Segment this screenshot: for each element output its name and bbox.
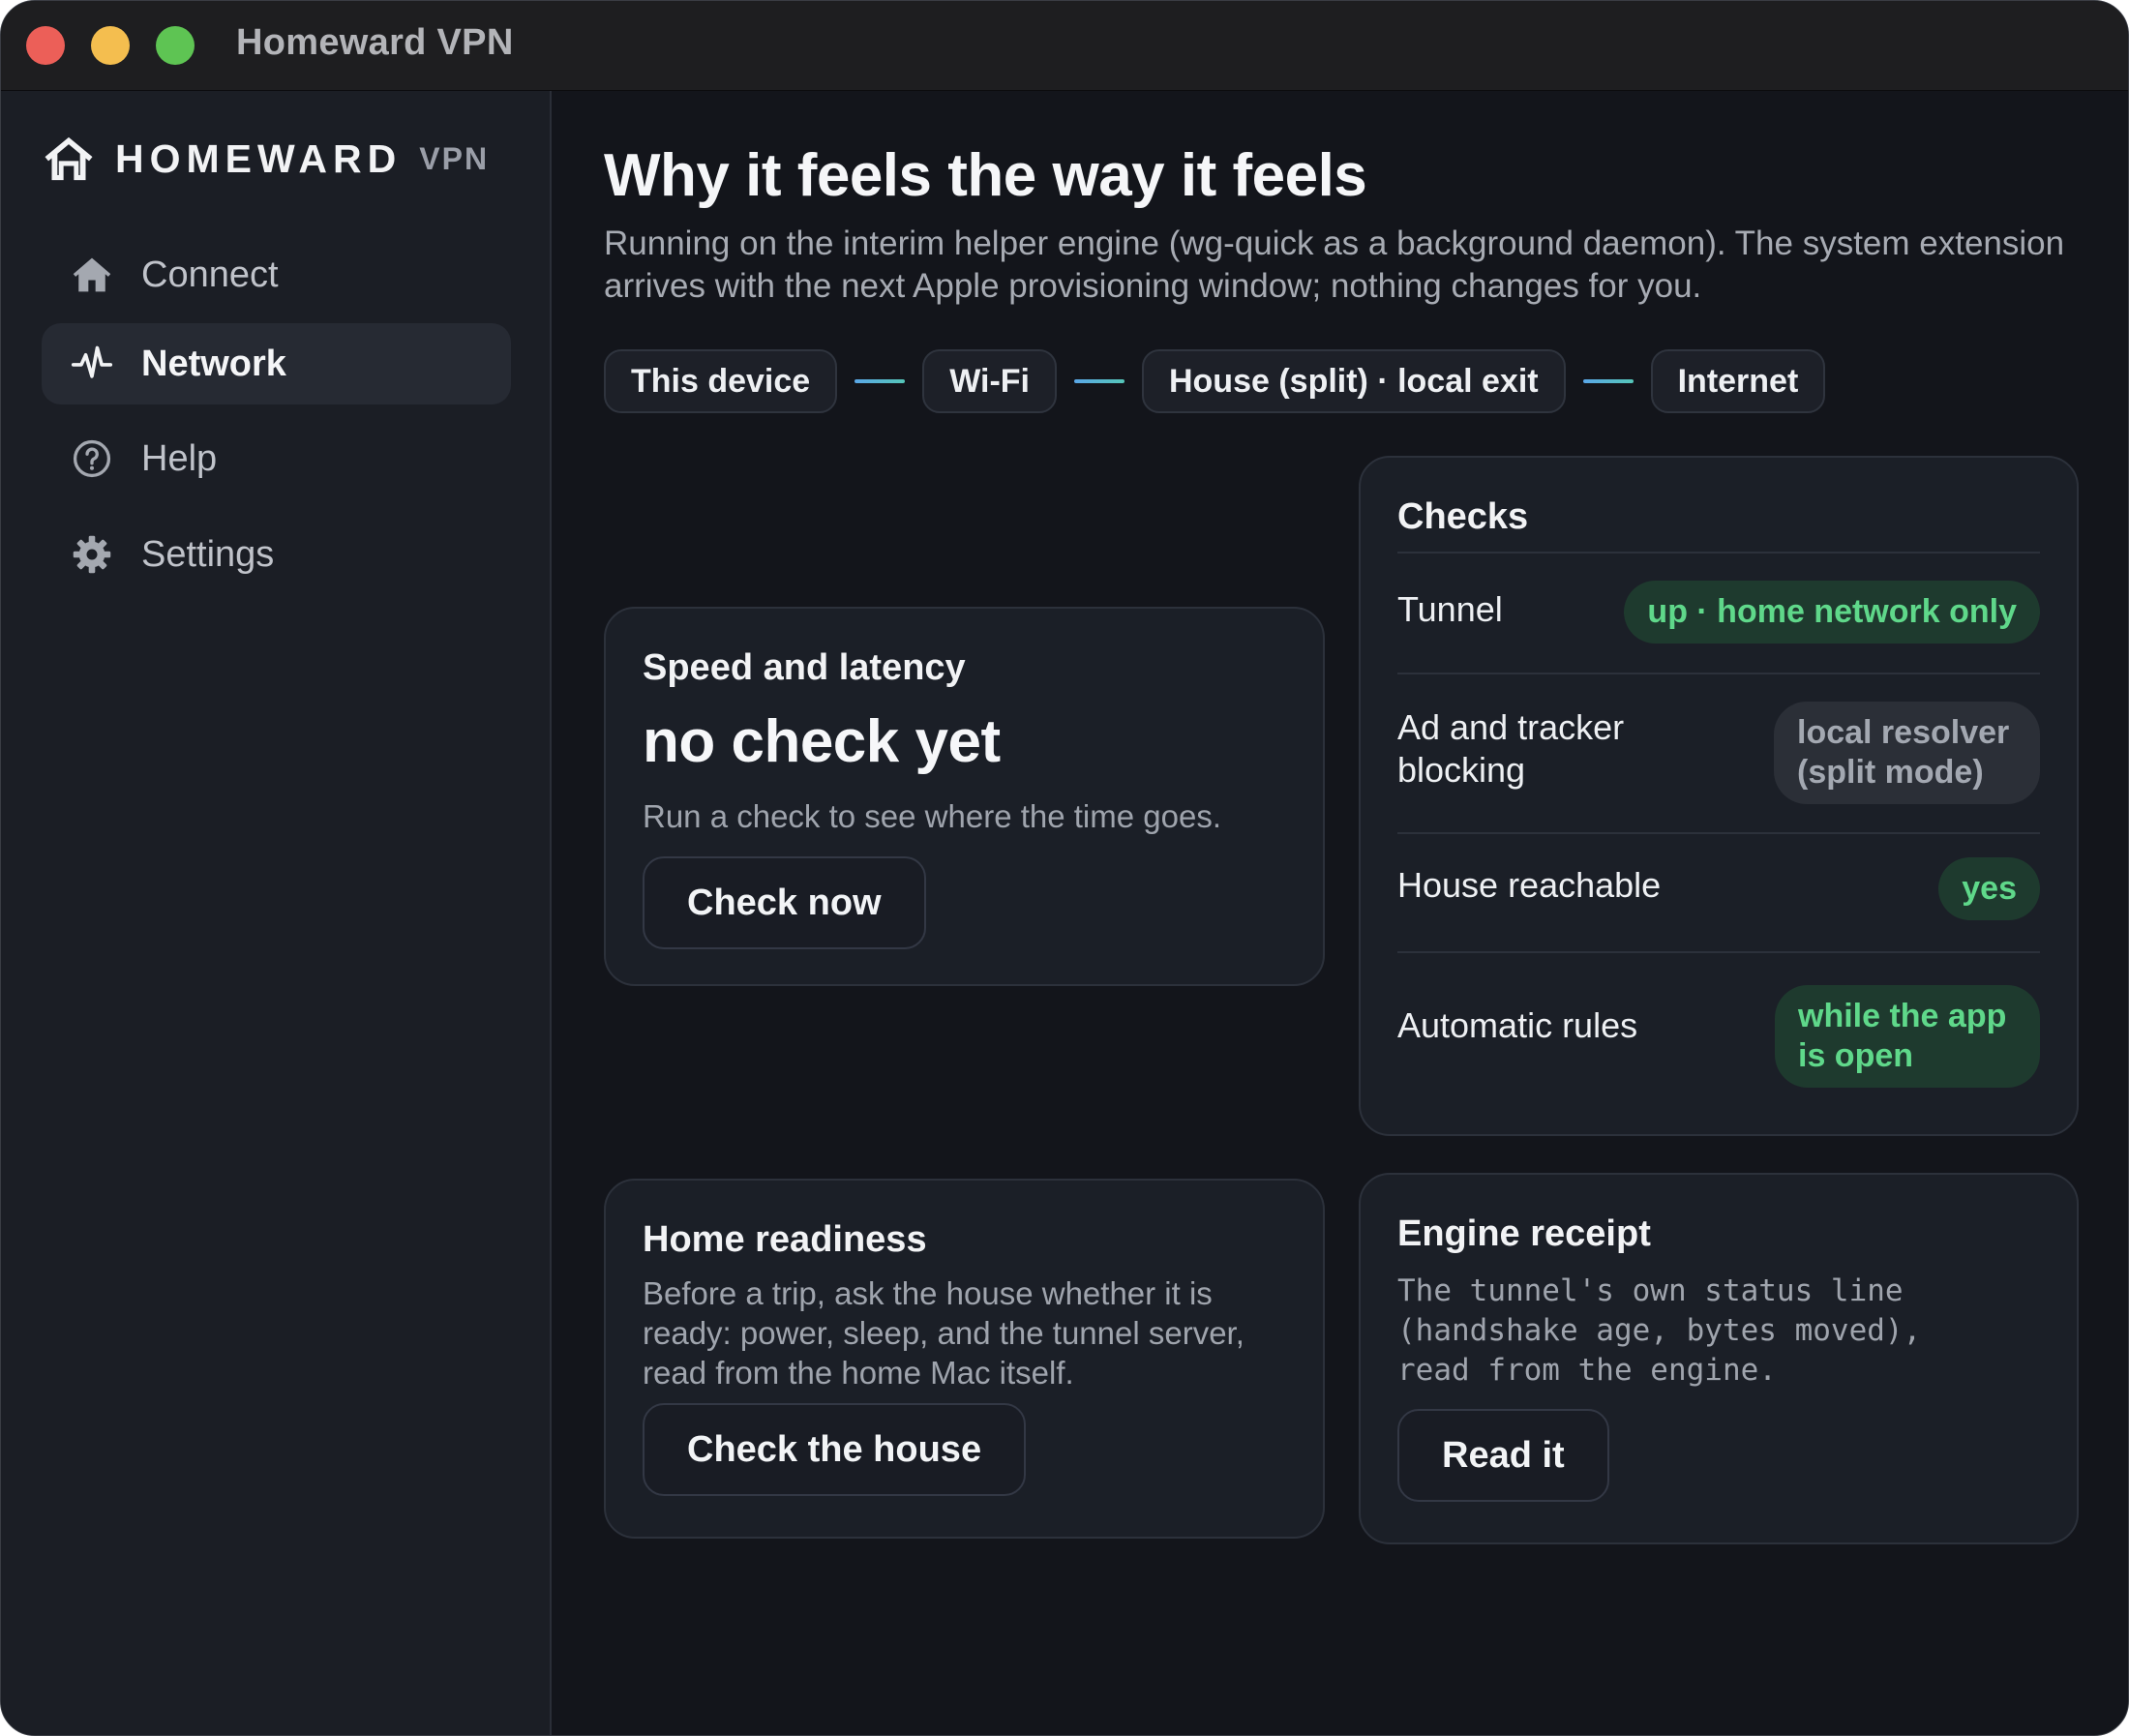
brand: HOMEWARD VPN bbox=[42, 130, 489, 188]
page-title: Why it feels the way it feels bbox=[604, 142, 1367, 209]
house-logo-icon bbox=[45, 136, 93, 181]
divider bbox=[1397, 832, 2040, 834]
divider bbox=[1397, 552, 2040, 554]
path-node-device: This device bbox=[604, 349, 838, 413]
title-bar[interactable]: Homeward VPN bbox=[1, 1, 2128, 91]
speed-latency-card: Speed and latency no check yet Run a che… bbox=[604, 607, 1325, 986]
sidebar: HOMEWARD VPN Connect Network Help Settin… bbox=[1, 91, 552, 1735]
path-connector bbox=[1582, 379, 1634, 383]
status-badge-ad-blocking: local resolver (split mode) bbox=[1774, 702, 2040, 804]
sidebar-item-network[interactable]: Network bbox=[42, 323, 511, 404]
sidebar-item-label: Network bbox=[141, 343, 286, 384]
card-title: Engine receipt bbox=[1397, 1213, 1651, 1254]
card-description: The tunnel's own status line (handshake … bbox=[1397, 1273, 1922, 1388]
check-label-ad-blocking: Ad and tracker blocking bbox=[1397, 707, 1625, 790]
brand-name: HOMEWARD bbox=[115, 135, 403, 181]
sidebar-item-connect[interactable]: Connect bbox=[42, 234, 511, 315]
main-content: Why it feels the way it feels Running on… bbox=[552, 91, 2128, 1735]
path-connector bbox=[855, 379, 906, 383]
path-connector bbox=[1073, 379, 1124, 383]
page-subtitle: Running on the interim helper engine (wg… bbox=[604, 224, 2065, 305]
sidebar-item-label: Settings bbox=[141, 533, 275, 575]
network-path: This device Wi-Fi House (split) · local … bbox=[604, 347, 1826, 415]
window-title: Homeward VPN bbox=[236, 22, 514, 63]
card-description: Run a check to see where the time goes. bbox=[643, 798, 1221, 834]
close-window-button[interactable] bbox=[26, 26, 65, 65]
home-readiness-card: Home readiness Before a trip, ask the ho… bbox=[604, 1179, 1325, 1539]
check-label-automatic-rules: Automatic rules bbox=[1397, 1005, 1638, 1045]
read-it-button[interactable]: Read it bbox=[1397, 1409, 1609, 1502]
divider bbox=[1397, 951, 2040, 953]
path-node-wifi: Wi-Fi bbox=[922, 349, 1057, 413]
engine-receipt-card: Engine receipt The tunnel's own status l… bbox=[1359, 1173, 2079, 1544]
sidebar-item-help[interactable]: Help bbox=[42, 418, 511, 499]
status-badge-automatic-rules: while the app is open bbox=[1775, 985, 2040, 1088]
check-the-house-button[interactable]: Check the house bbox=[643, 1403, 1027, 1496]
speed-status: no check yet bbox=[643, 708, 1001, 775]
status-badge-tunnel: up · home network only bbox=[1624, 581, 2040, 644]
card-title: Home readiness bbox=[643, 1219, 927, 1260]
zoom-window-button[interactable] bbox=[156, 26, 195, 65]
path-node-house: House (split) · local exit bbox=[1141, 349, 1566, 413]
minimize-window-button[interactable] bbox=[91, 26, 130, 65]
status-badge-house-reachable: yes bbox=[1938, 857, 2040, 920]
path-node-internet: Internet bbox=[1650, 349, 1826, 413]
question-circle-icon bbox=[71, 437, 113, 480]
sidebar-item-settings[interactable]: Settings bbox=[42, 514, 511, 595]
sidebar-item-label: Connect bbox=[141, 254, 279, 295]
card-description: Before a trip, ask the house whether it … bbox=[643, 1275, 1244, 1391]
app-window: Homeward VPN HOMEWARD VPN Connect Networ… bbox=[0, 0, 2129, 1736]
brand-suffix: VPN bbox=[419, 140, 490, 176]
house-icon bbox=[71, 254, 113, 296]
check-now-button[interactable]: Check now bbox=[643, 856, 926, 949]
check-label-tunnel: Tunnel bbox=[1397, 589, 1503, 629]
card-title: Checks bbox=[1397, 496, 1529, 537]
gear-icon bbox=[71, 533, 113, 576]
check-label-house-reachable: House reachable bbox=[1397, 865, 1662, 905]
divider bbox=[1397, 673, 2040, 674]
pulse-icon bbox=[71, 343, 113, 385]
card-title: Speed and latency bbox=[643, 647, 966, 688]
checks-card: Checks Tunnel up · home network only Ad … bbox=[1359, 456, 2079, 1136]
sidebar-item-label: Help bbox=[141, 437, 218, 479]
